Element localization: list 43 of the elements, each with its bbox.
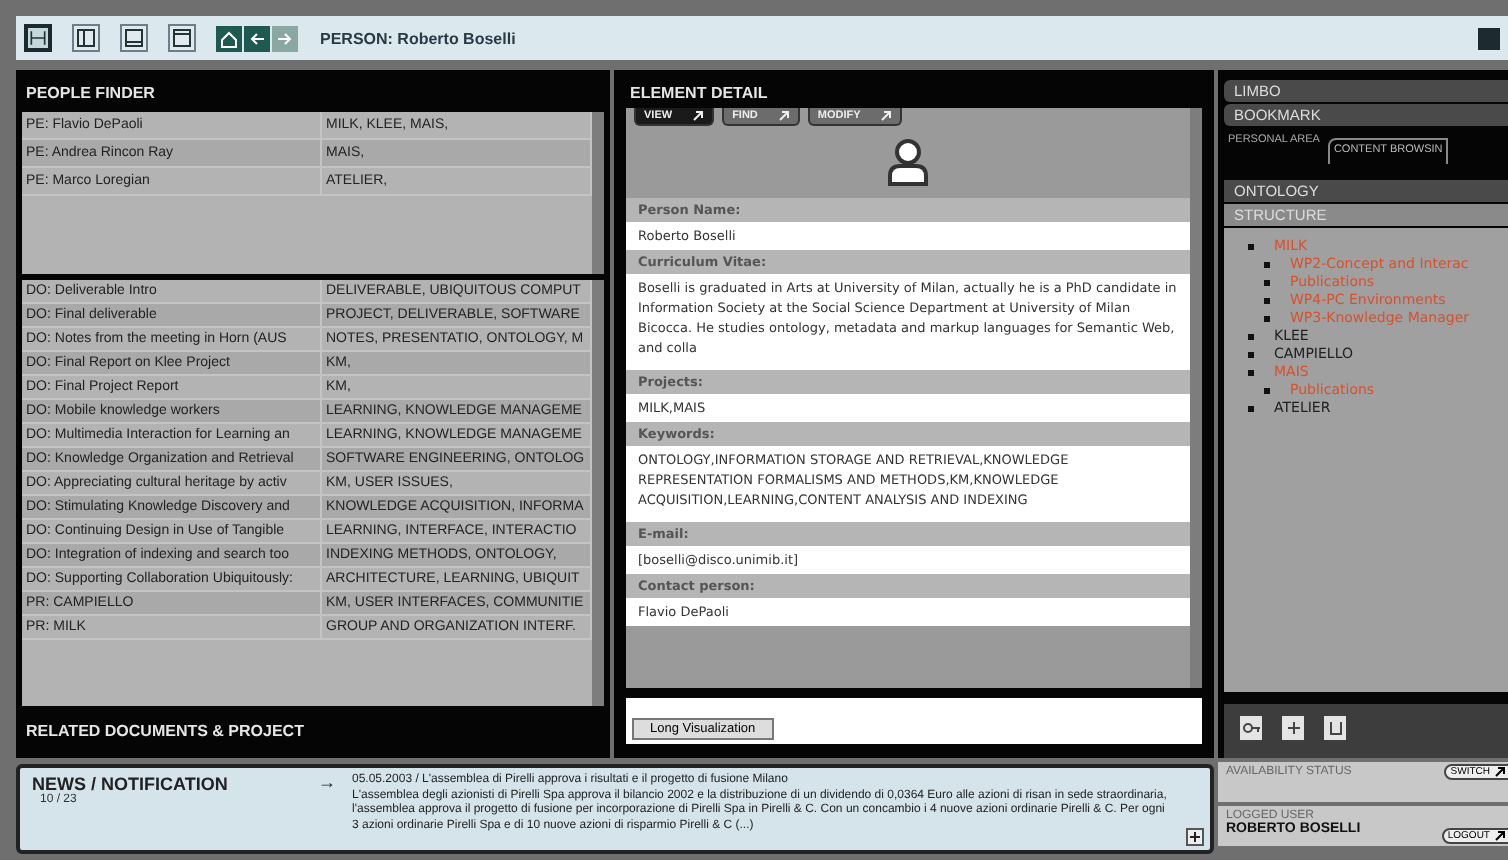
arrow-icon <box>777 110 790 122</box>
key-button[interactable] <box>1240 715 1262 740</box>
bin-button[interactable] <box>1324 715 1346 740</box>
plus-button[interactable] <box>1282 715 1304 740</box>
bullet-icon <box>1248 405 1254 411</box>
layout-icon <box>28 26 48 50</box>
bullet-icon <box>1248 369 1254 375</box>
bullet-icon <box>1264 297 1270 303</box>
breadcrumb: PERSON: Roberto Boselli <box>320 29 518 47</box>
news-title: NEWS / NOTIFICATION <box>32 774 230 794</box>
layout-button[interactable] <box>24 24 52 52</box>
arrow-icon <box>880 110 893 122</box>
arrow-icon <box>1494 766 1506 778</box>
layout-button[interactable] <box>72 24 100 52</box>
bullet-icon <box>1248 243 1254 249</box>
layout-button[interactable] <box>120 24 148 52</box>
back-icon <box>246 27 268 49</box>
bullet-icon <box>1264 279 1270 285</box>
person-icon <box>886 138 930 186</box>
plus-icon <box>1188 830 1202 844</box>
bullet-icon <box>1248 351 1254 357</box>
layout-icon <box>122 26 146 50</box>
arrow-icon <box>692 110 705 122</box>
expand-button[interactable] <box>1186 828 1204 846</box>
panel-title: RELATED DOCUMENTS & PROJECT <box>24 720 306 744</box>
bullet-icon <box>1264 315 1270 321</box>
arrow-icon <box>1494 830 1506 842</box>
key-icon <box>1241 717 1261 738</box>
bullet-icon <box>1264 387 1270 393</box>
bin-icon <box>1325 717 1345 738</box>
panel-title: ELEMENT DETAIL <box>628 82 770 106</box>
plus-icon <box>1283 717 1303 738</box>
bullet-icon <box>1264 261 1270 267</box>
arrow-glyph: → <box>318 774 336 796</box>
layout-icon <box>170 26 194 50</box>
layout-icon <box>74 26 98 50</box>
panel-title: PEOPLE FINDER <box>24 82 157 106</box>
back-button[interactable] <box>244 25 270 51</box>
forward-icon <box>274 27 296 49</box>
bullet-icon <box>1248 333 1254 339</box>
home-icon <box>218 27 240 49</box>
home-button[interactable] <box>216 25 242 51</box>
layout-button[interactable] <box>168 24 196 52</box>
